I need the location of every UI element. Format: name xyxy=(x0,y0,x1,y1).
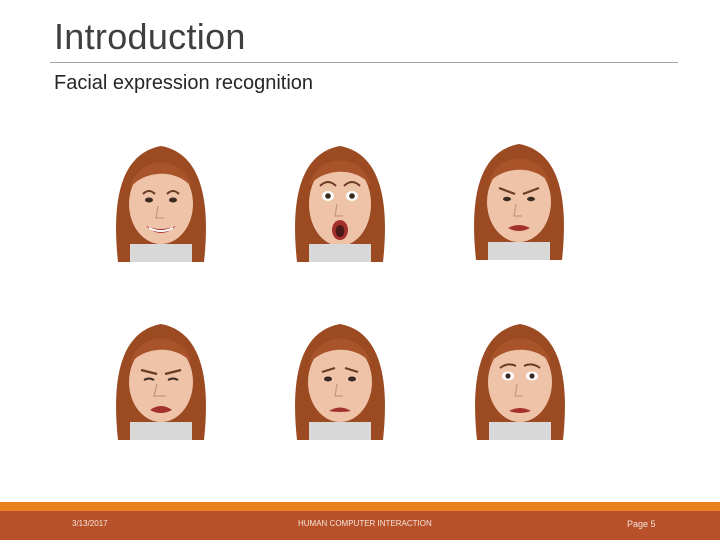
title-divider xyxy=(50,62,678,63)
bullet-text: Facial expression recognition xyxy=(54,72,314,94)
footer-accent-stripe xyxy=(0,502,720,511)
face-sadness-image xyxy=(289,314,391,440)
face-anger-image xyxy=(468,134,570,260)
face-happy-image xyxy=(110,136,212,262)
footer-page-number: Page 5 xyxy=(627,519,656,529)
face-surprise-image xyxy=(289,136,391,262)
footer-center-text: HUMAN COMPUTER INTERACTION xyxy=(298,519,432,528)
face-fear-image xyxy=(469,314,571,440)
footer-date: 3/13/2017 xyxy=(72,519,108,528)
slide-title: Introduction xyxy=(54,16,246,57)
face-disgust-image xyxy=(110,314,212,440)
